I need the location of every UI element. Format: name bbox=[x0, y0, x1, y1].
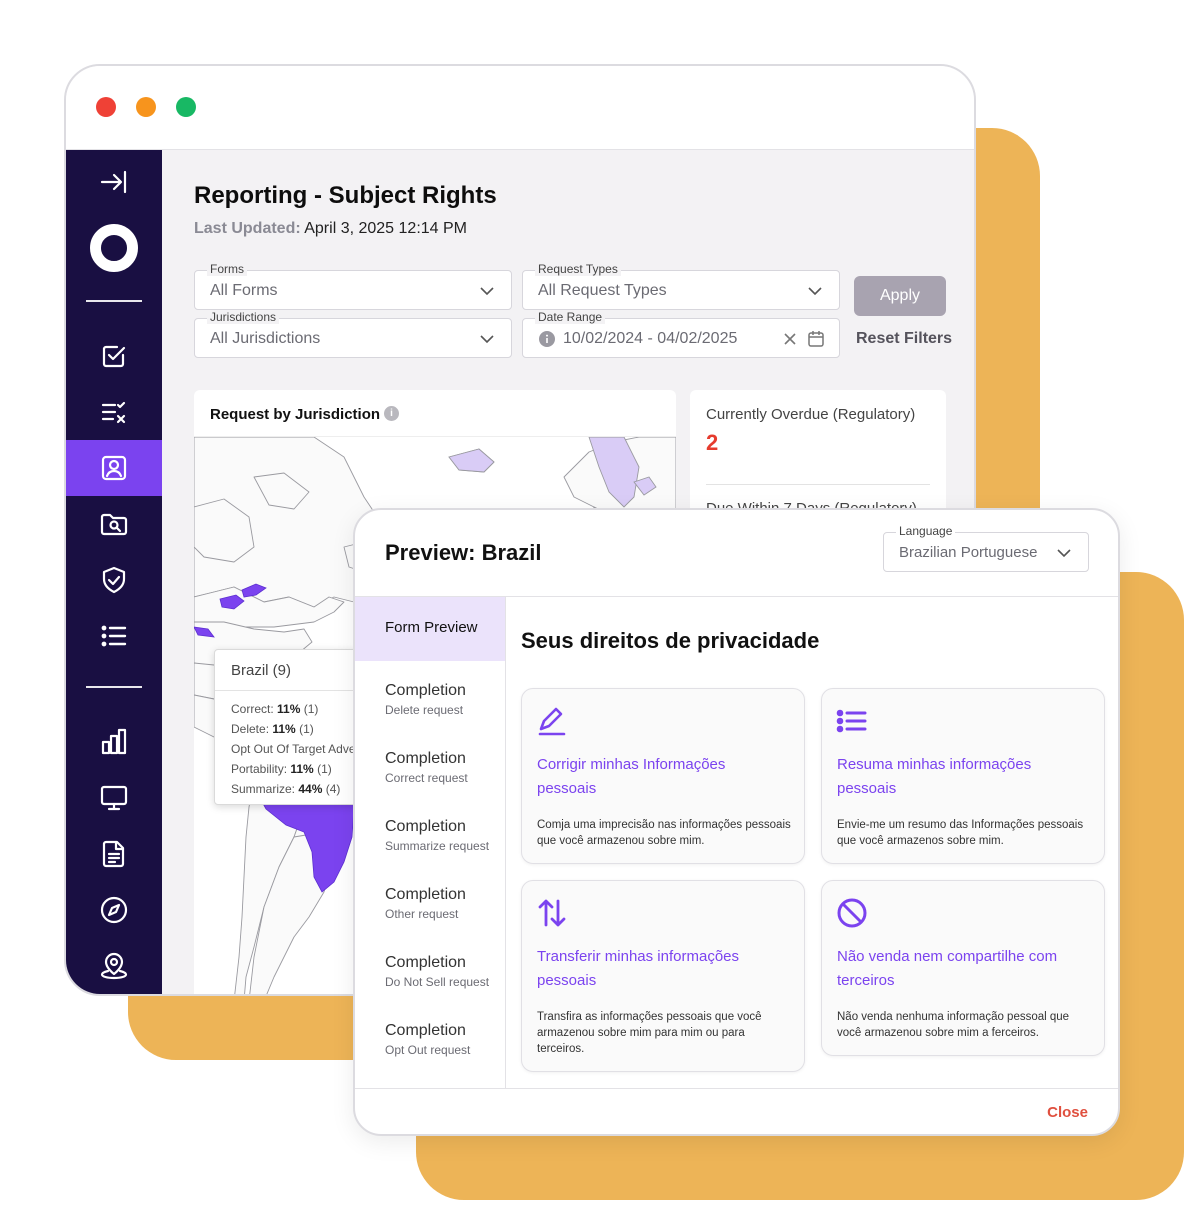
compass-icon[interactable] bbox=[66, 882, 162, 938]
maximize-window-button[interactable] bbox=[176, 97, 196, 117]
map-card-title: Request by Jurisdiction bbox=[210, 406, 381, 423]
right-card-correct[interactable]: Corrigir minhas Informações pessoais Com… bbox=[521, 688, 805, 864]
tooltip-row: Summarize: 44% (4) bbox=[231, 782, 341, 796]
monitor-icon[interactable] bbox=[66, 770, 162, 826]
right-description: Transfira as informações pessoais que vo… bbox=[537, 1011, 762, 1055]
nav-completion-correct[interactable]: Completion Correct request bbox=[355, 734, 505, 798]
minimize-window-button[interactable] bbox=[136, 97, 156, 117]
nav-completion-other[interactable]: Completion Other request bbox=[355, 870, 505, 934]
close-button[interactable]: Close bbox=[1047, 1104, 1088, 1121]
right-title: Transferir minhas informações pessoais bbox=[537, 948, 740, 989]
brazil-tooltip: Brazil (9) Correct: 11% (1) Delete: 11% … bbox=[214, 649, 374, 805]
tooltip-row: Portability: 11% (1) bbox=[231, 762, 332, 776]
forms-select[interactable]: Forms All Forms bbox=[194, 262, 512, 310]
shield-check-icon[interactable] bbox=[66, 552, 162, 608]
transfer-arrows-icon bbox=[538, 899, 566, 927]
page-title: Reporting - Subject Rights bbox=[194, 182, 497, 209]
right-title: Corrigir minhas Informações pessoais bbox=[537, 756, 726, 797]
bar-chart-icon[interactable] bbox=[66, 714, 162, 770]
user-profile-icon[interactable] bbox=[66, 440, 162, 496]
right-description: Envie-me um resumo das Informações pesso… bbox=[837, 819, 1084, 847]
overdue-label: Currently Overdue (Regulatory) bbox=[706, 406, 916, 423]
right-title: Não venda nem compartilhe com terceiros bbox=[837, 948, 1058, 989]
calendar-icon[interactable] bbox=[807, 330, 825, 348]
location-user-icon[interactable] bbox=[66, 938, 162, 994]
chevron-down-icon bbox=[808, 287, 822, 296]
date-range-field[interactable]: Date Range 10/02/2024 - 04/02/2025 bbox=[522, 310, 840, 358]
chevron-down-icon bbox=[1057, 549, 1071, 558]
sidebar bbox=[66, 150, 162, 994]
task-list-icon[interactable] bbox=[66, 384, 162, 440]
modal-title: Preview: Brazil bbox=[385, 540, 542, 565]
clear-icon[interactable] bbox=[783, 332, 797, 346]
request-types-select[interactable]: Request Types All Request Types bbox=[522, 262, 840, 310]
sidebar-divider bbox=[86, 686, 142, 688]
document-icon[interactable] bbox=[66, 826, 162, 882]
checklist-icon[interactable] bbox=[66, 328, 162, 384]
chevron-down-icon bbox=[480, 335, 494, 344]
info-icon bbox=[539, 331, 555, 347]
overdue-value: 2 bbox=[706, 430, 719, 455]
tooltip-row: Delete: 11% (1) bbox=[231, 722, 314, 736]
chevron-down-icon bbox=[480, 287, 494, 296]
form-heading: Seus direitos de privacidade bbox=[521, 628, 820, 653]
right-title: Resuma minhas informações pessoais bbox=[837, 756, 1032, 797]
nav-completion-delete[interactable]: Completion Delete request bbox=[355, 666, 505, 730]
nav-completion-opt-out[interactable]: Completion Opt Out request bbox=[355, 1006, 505, 1070]
close-window-button[interactable] bbox=[96, 97, 116, 117]
info-icon[interactable]: i bbox=[384, 406, 399, 421]
right-description: Não venda nenhuma informação pessoal que… bbox=[837, 1011, 1070, 1039]
language-select[interactable]: Language Brazilian Portuguese bbox=[883, 524, 1089, 572]
apply-button[interactable]: Apply bbox=[854, 276, 946, 316]
prohibited-icon bbox=[837, 898, 867, 928]
folder-search-icon[interactable] bbox=[66, 496, 162, 552]
nav-completion-do-not-sell[interactable]: Completion Do Not Sell request bbox=[355, 938, 505, 1002]
right-description: Comja uma imprecisão nas informações pes… bbox=[537, 819, 791, 847]
nav-form-preview[interactable]: Form Preview bbox=[355, 597, 505, 661]
list-icon bbox=[836, 709, 867, 733]
collapse-icon[interactable] bbox=[66, 154, 162, 210]
reset-filters-link[interactable]: Reset Filters bbox=[856, 330, 952, 348]
list-icon[interactable] bbox=[66, 608, 162, 664]
pencil-icon bbox=[538, 707, 566, 736]
right-card-do-not-sell[interactable]: Não venda nem compartilhe com terceiros … bbox=[821, 880, 1105, 1056]
nav-completion-summarize[interactable]: Completion Summarize request bbox=[355, 802, 505, 866]
last-updated: Last Updated: April 3, 2025 12:14 PM bbox=[194, 220, 467, 237]
logo[interactable] bbox=[66, 218, 162, 278]
tooltip-title: Brazil (9) bbox=[231, 662, 292, 679]
preview-modal: Preview: Brazil Language Brazilian Portu… bbox=[353, 508, 1120, 1136]
window-titlebar bbox=[66, 66, 974, 150]
last-updated-value: April 3, 2025 12:14 PM bbox=[304, 220, 467, 237]
tooltip-row: Correct: 11% (1) bbox=[231, 702, 319, 716]
tooltip-row: Opt Out Of Target Adve bbox=[231, 742, 356, 756]
right-card-summarize[interactable]: Resuma minhas informações pessoais Envie… bbox=[821, 688, 1105, 864]
jurisdictions-select[interactable]: Jurisdictions All Jurisdictions bbox=[194, 310, 512, 358]
sidebar-divider bbox=[86, 300, 142, 302]
right-card-transfer[interactable]: Transferir minhas informações pessoais T… bbox=[521, 880, 805, 1072]
